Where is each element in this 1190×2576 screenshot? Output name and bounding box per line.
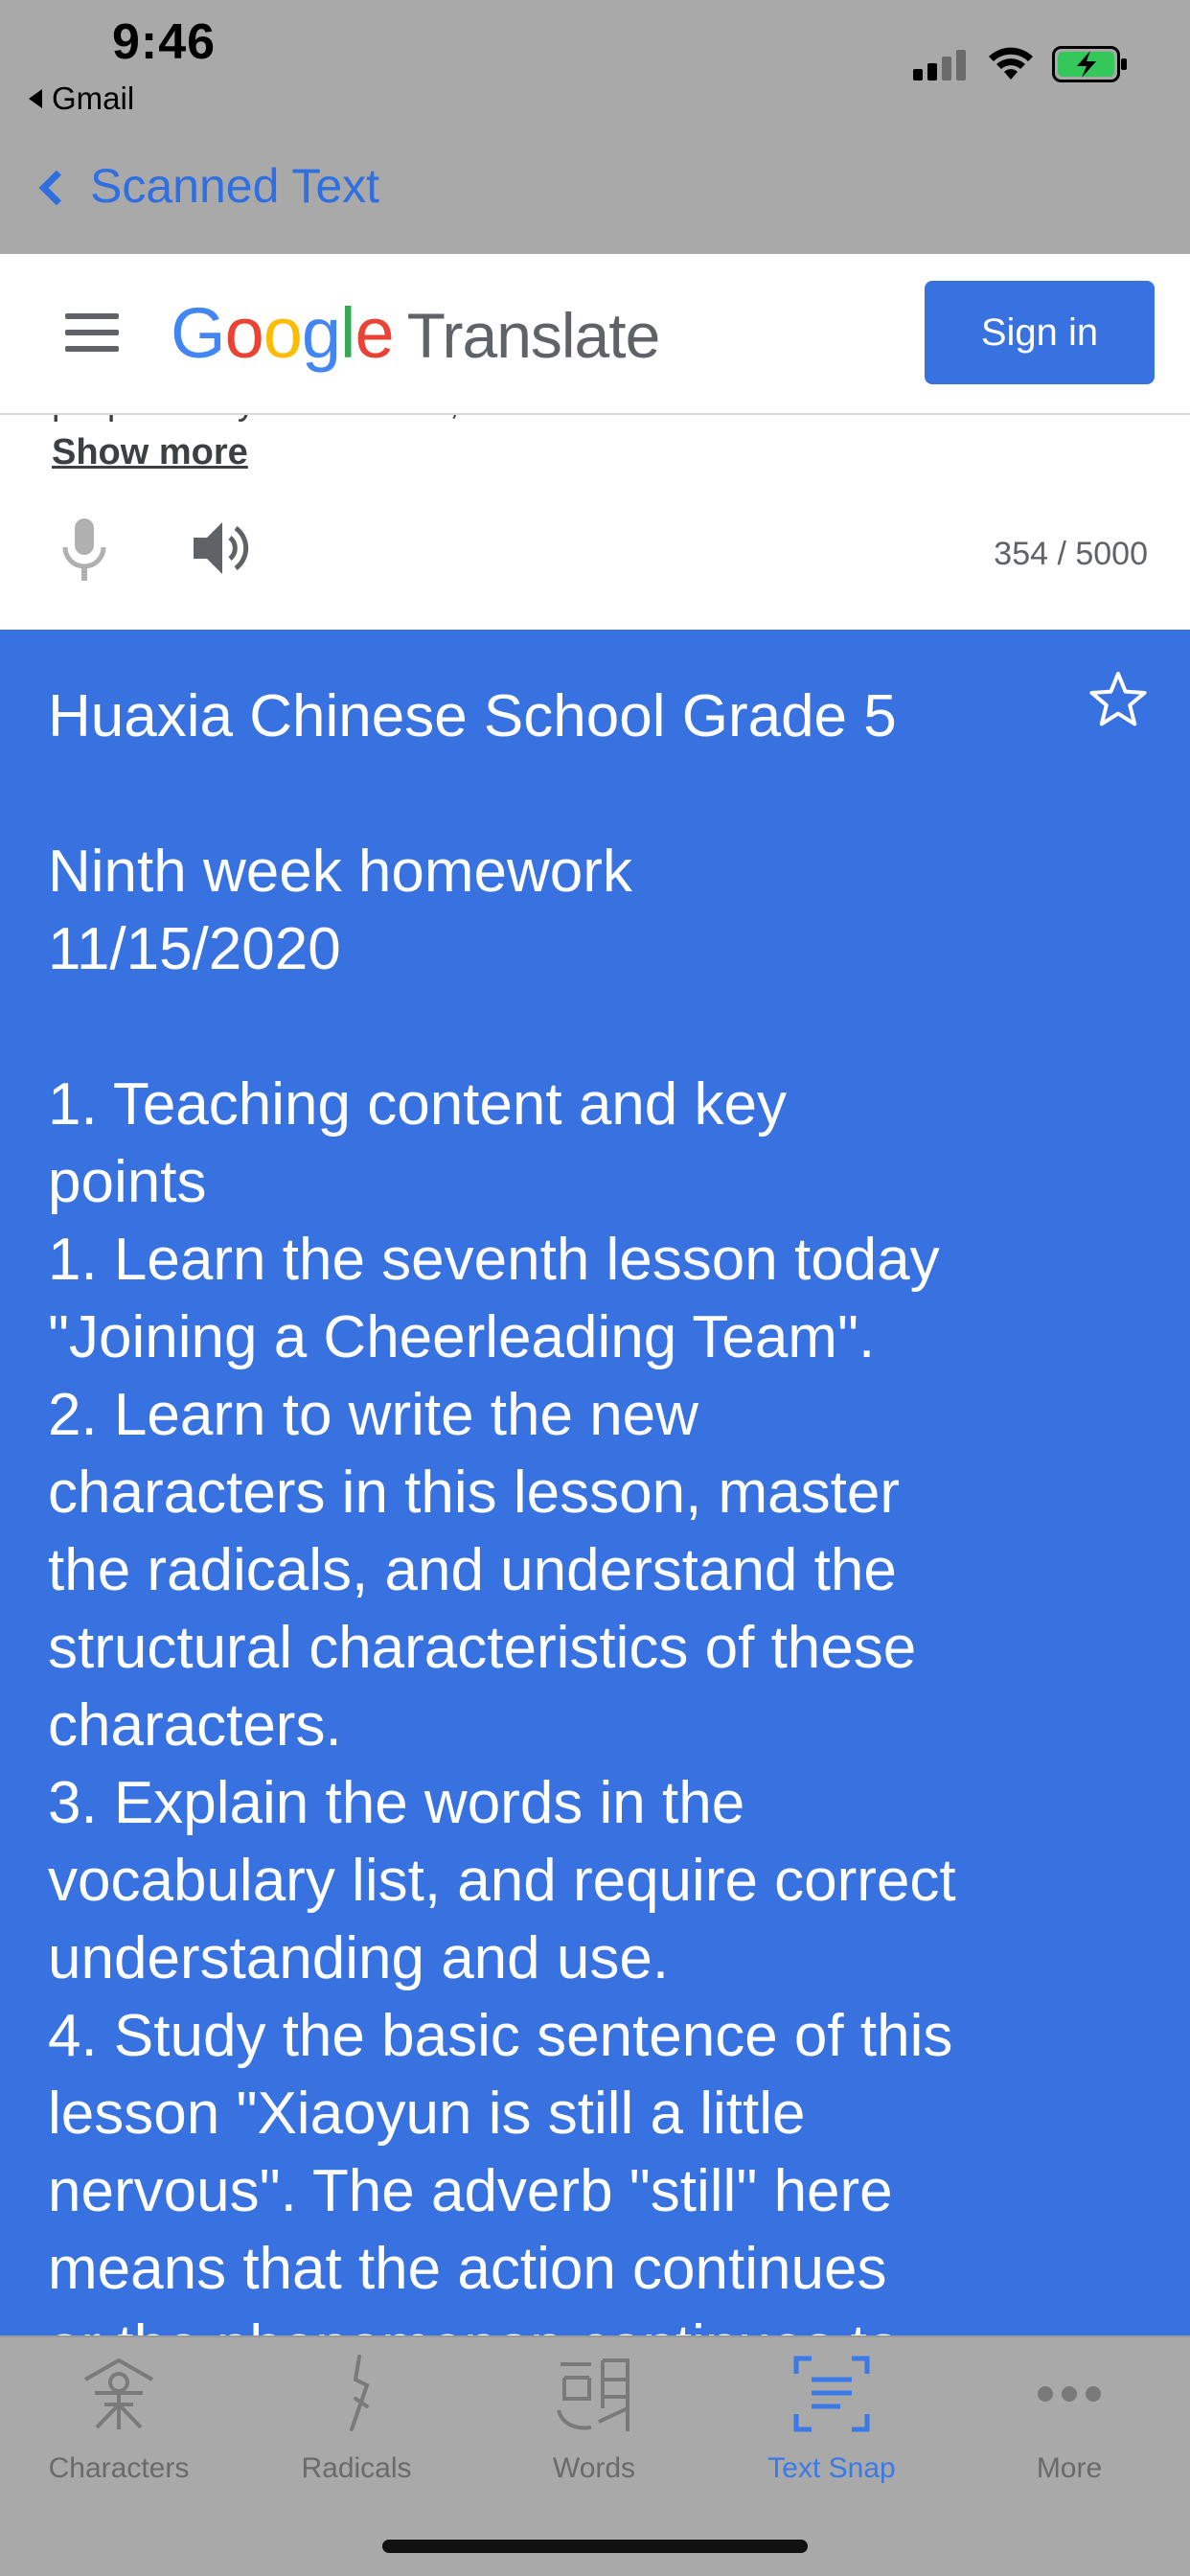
show-more-link[interactable]: Show more bbox=[52, 432, 248, 473]
back-to-app-link[interactable]: Gmail bbox=[29, 80, 134, 117]
back-button-label: Scanned Text bbox=[90, 159, 380, 213]
scanned-text-back-button[interactable]: Scanned Text bbox=[34, 158, 379, 214]
character-counter: 354 / 5000 bbox=[994, 536, 1148, 572]
source-text-area: prepared by in Chinese, Show more 354 / … bbox=[0, 415, 1190, 630]
tab-more[interactable]: More bbox=[950, 2351, 1188, 2504]
microphone-icon[interactable] bbox=[59, 518, 109, 586]
tab-label: Words bbox=[552, 2452, 636, 2484]
radicals-icon bbox=[350, 2355, 370, 2431]
words-icon bbox=[557, 2358, 629, 2431]
tab-label: Characters bbox=[48, 2452, 190, 2484]
chevron-left-icon bbox=[38, 170, 75, 206]
translation-result-text: Huaxia Chinese School Grade 5 Ninth week… bbox=[48, 683, 956, 2335]
logo-product-name: Translate bbox=[406, 300, 661, 371]
tab-characters[interactable]: Characters bbox=[0, 2351, 238, 2504]
home-indicator[interactable] bbox=[382, 2540, 808, 2553]
tab-label: Radicals bbox=[301, 2452, 412, 2484]
tab-words[interactable]: Words bbox=[475, 2351, 713, 2504]
more-icon bbox=[1038, 2386, 1101, 2402]
tab-text-snap[interactable]: Text Snap bbox=[713, 2351, 950, 2504]
characters-icon bbox=[84, 2358, 153, 2429]
cellular-signal-icon bbox=[913, 50, 966, 80]
google-translate-logo: Google Translate bbox=[171, 293, 661, 373]
sign-in-button[interactable]: Sign in bbox=[925, 281, 1155, 384]
app-screen: 9:46 Gmail Scanned Text G o o g l e Tran… bbox=[0, 0, 1190, 2576]
translation-result-panel: Huaxia Chinese School Grade 5 Ninth week… bbox=[0, 630, 1190, 2335]
star-icon[interactable] bbox=[1088, 670, 1148, 729]
status-time: 9:46 bbox=[112, 14, 217, 70]
back-app-label: Gmail bbox=[52, 80, 135, 116]
tab-label: More bbox=[1036, 2452, 1103, 2484]
google-translate-header: Google Translate Sign in bbox=[0, 254, 1190, 415]
wifi-icon bbox=[989, 47, 1033, 80]
menu-icon[interactable] bbox=[65, 313, 119, 352]
back-triangle-icon bbox=[29, 89, 42, 108]
source-text-partial: prepared by in Chinese, bbox=[52, 415, 460, 424]
tab-label: Text Snap bbox=[767, 2452, 896, 2484]
tab-radicals[interactable]: Radicals bbox=[238, 2351, 475, 2504]
battery-charging-icon bbox=[1052, 46, 1127, 82]
status-bar: 9:46 Gmail bbox=[0, 0, 1190, 144]
text-snap-icon bbox=[793, 2356, 870, 2432]
speaker-icon[interactable] bbox=[192, 518, 253, 578]
